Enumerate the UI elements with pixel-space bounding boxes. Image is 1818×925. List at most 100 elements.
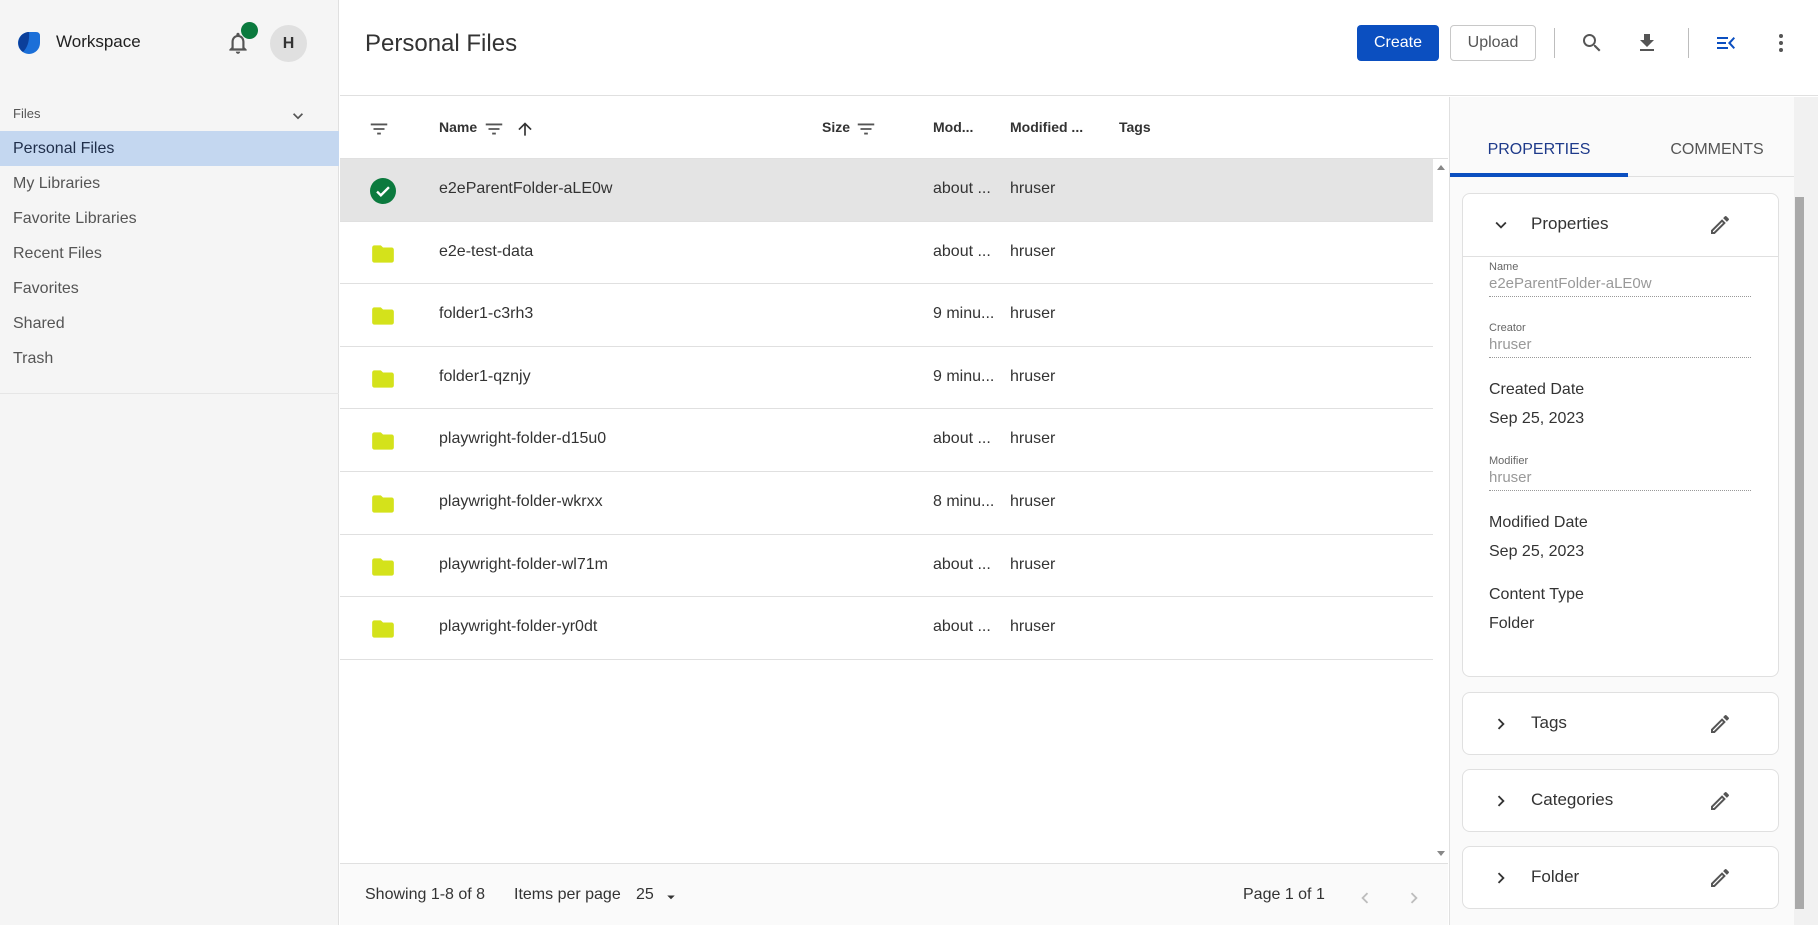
table-row[interactable]: playwright-folder-d15u0 about ... hruser: [340, 409, 1433, 472]
sidebar-item-recent-files[interactable]: Recent Files: [0, 236, 339, 271]
categories-card-header[interactable]: Categories: [1463, 770, 1778, 832]
sidebar-item-my-libraries[interactable]: My Libraries: [0, 166, 339, 201]
row-modified: about ...: [933, 430, 991, 448]
app-title: Workspace: [56, 32, 141, 51]
row-name[interactable]: folder1-c3rh3: [439, 305, 533, 323]
chevron-down-icon[interactable]: [1490, 214, 1512, 236]
upload-button[interactable]: Upload: [1450, 25, 1536, 61]
next-page-icon[interactable]: [1403, 887, 1425, 909]
toggle-info-panel-button[interactable]: [1712, 29, 1740, 57]
sidebar-item-shared[interactable]: Shared: [0, 306, 339, 341]
edit-pencil-icon[interactable]: [1708, 866, 1732, 890]
edit-pencil-icon[interactable]: [1708, 213, 1732, 237]
tags-card: Tags: [1462, 692, 1779, 755]
content-type-value: Folder: [1489, 615, 1535, 632]
properties-fields: Name e2eParentFolder-aLE0w Creator hruse…: [1463, 256, 1778, 671]
edit-pencil-icon[interactable]: [1708, 789, 1732, 813]
row-name[interactable]: playwright-folder-yr0dt: [439, 618, 597, 636]
row-modified: 9 minu...: [933, 367, 995, 385]
filter-list-icon[interactable]: [368, 118, 390, 140]
download-button[interactable]: [1633, 29, 1661, 57]
search-button[interactable]: [1578, 29, 1606, 57]
table-row[interactable]: playwright-folder-yr0dt about ... hruser: [340, 597, 1433, 660]
folder-icon: [372, 620, 394, 638]
file-list: e2eParentFolder-aLE0w about ... hruser e…: [340, 159, 1433, 660]
sidebar-divider: [0, 393, 339, 394]
folder-icon: [372, 307, 394, 325]
content-type-label: Content Type: [1489, 586, 1584, 603]
tags-card-header[interactable]: Tags: [1463, 693, 1778, 755]
page-title: Personal Files: [365, 30, 518, 57]
previous-page-icon[interactable]: [1354, 887, 1376, 909]
properties-card-header[interactable]: Properties: [1463, 194, 1778, 256]
row-name[interactable]: e2e-test-data: [439, 243, 533, 261]
files-section-header[interactable]: Files: [0, 100, 339, 130]
column-header-tags[interactable]: Tags: [1119, 119, 1151, 135]
folder-card-header[interactable]: Folder: [1463, 847, 1778, 909]
toggle-info-panel-icon: [1717, 37, 1735, 49]
sidebar-item-trash[interactable]: Trash: [0, 341, 339, 376]
folder-icon: [372, 244, 394, 263]
size-filter-icon[interactable]: [855, 118, 877, 140]
column-header-modified-by[interactable]: Modified ...: [1010, 119, 1083, 135]
page-header: Personal Files Create Upload: [340, 0, 1818, 96]
more-actions-button[interactable]: [1767, 29, 1795, 57]
chevron-right-icon[interactable]: [1490, 867, 1512, 889]
row-modified: 8 minu...: [933, 492, 995, 510]
row-modified-by: hruser: [1010, 618, 1056, 636]
table-row[interactable]: playwright-folder-wl71m about ... hruser: [340, 534, 1433, 598]
categories-card: Categories: [1462, 769, 1779, 832]
table-row[interactable]: folder1-qznjy 9 minu... hruser: [340, 346, 1433, 410]
column-header-modified[interactable]: Mod...: [933, 119, 973, 135]
properties-card-title: Properties: [1531, 214, 1609, 233]
categories-card-title: Categories: [1531, 790, 1614, 809]
panel-scrollbar-thumb[interactable]: [1795, 197, 1804, 909]
row-name[interactable]: folder1-qznjy: [439, 368, 531, 386]
column-header-name[interactable]: Name: [439, 119, 477, 135]
items-per-page-value[interactable]: 25: [636, 886, 654, 904]
name-filter-icon[interactable]: [483, 118, 505, 140]
row-name[interactable]: playwright-folder-wkrxx: [439, 493, 603, 511]
row-modified-by: hruser: [1010, 242, 1056, 260]
sort-ascending-icon[interactable]: [515, 119, 535, 139]
sidebar-item-favorites[interactable]: Favorites: [0, 271, 339, 306]
modifier-field-value: hruser: [1489, 469, 1751, 491]
table-row[interactable]: playwright-folder-wkrxx 8 minu... hruser: [340, 471, 1433, 535]
table-row[interactable]: e2eParentFolder-aLE0w about ... hruser: [340, 159, 1433, 222]
row-modified-by: hruser: [1010, 492, 1056, 510]
row-name[interactable]: e2eParentFolder-aLE0w: [439, 180, 612, 198]
showing-range: Showing 1-8 of 8: [365, 886, 486, 903]
sidebar-item-personal-files[interactable]: Personal Files: [0, 131, 339, 166]
create-button[interactable]: Create: [1357, 25, 1439, 61]
download-icon: [1640, 34, 1654, 51]
row-modified-by: hruser: [1010, 430, 1056, 448]
folder-icon: [372, 370, 394, 388]
column-header-size[interactable]: Size: [822, 119, 850, 135]
row-modified: about ...: [933, 618, 991, 636]
row-name[interactable]: playwright-folder-d15u0: [439, 430, 606, 448]
edit-pencil-icon[interactable]: [1708, 712, 1732, 736]
table-scrollbar[interactable]: [1434, 159, 1448, 863]
page-info: Page 1 of 1: [1243, 886, 1325, 903]
name-field-value: e2eParentFolder-aLE0w: [1489, 275, 1751, 297]
pagination-bar: Showing 1-8 of 8 Items per page 25 Page …: [340, 863, 1448, 925]
modifier-field-label: Modifier: [1489, 455, 1529, 467]
chevron-right-icon[interactable]: [1490, 713, 1512, 735]
app-logo-icon: [18, 32, 40, 54]
user-avatar[interactable]: H: [270, 25, 307, 62]
sidebar: Workspace H Files Personal Files My Libr…: [0, 0, 339, 925]
folder-card: Folder: [1462, 846, 1779, 909]
table-row[interactable]: e2e-test-data about ... hruser: [340, 221, 1433, 285]
dropdown-arrow-icon[interactable]: [662, 888, 680, 906]
chevron-down-icon[interactable]: [288, 106, 308, 126]
sidebar-item-favorite-libraries[interactable]: Favorite Libraries: [0, 201, 339, 236]
creator-field-value: hruser: [1489, 336, 1751, 358]
chevron-right-icon[interactable]: [1490, 790, 1512, 812]
folder-icon: [372, 557, 394, 576]
tab-properties[interactable]: PROPERTIES: [1450, 134, 1628, 177]
tab-comments[interactable]: COMMENTS: [1628, 134, 1806, 177]
check-circle-icon[interactable]: [370, 178, 396, 204]
row-name[interactable]: playwright-folder-wl71m: [439, 556, 608, 574]
row-modified: 9 minu...: [933, 305, 995, 323]
table-row[interactable]: folder1-c3rh3 9 minu... hruser: [340, 284, 1433, 347]
